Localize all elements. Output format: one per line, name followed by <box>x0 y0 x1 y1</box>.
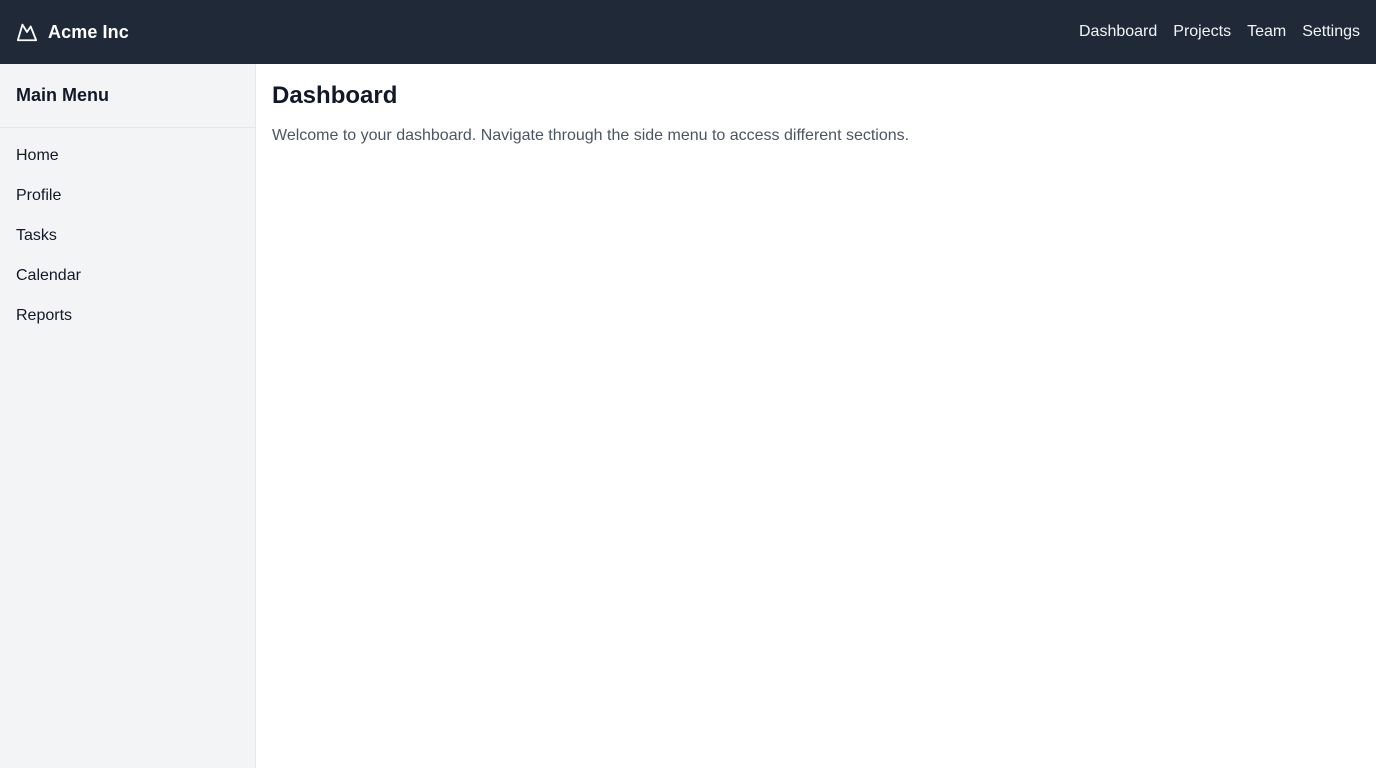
top-navbar: Acme Inc Dashboard Projects Team Setting… <box>0 0 1376 64</box>
nav-link-team[interactable]: Team <box>1247 22 1286 42</box>
sidebar: Main Menu Home Profile Tasks Calendar Re… <box>0 64 256 768</box>
mountain-icon <box>16 21 38 43</box>
page-title: Dashboard <box>272 82 398 109</box>
main-content: Dashboard Welcome to your dashboard. Nav… <box>256 64 1376 768</box>
sidebar-menu: Home Profile Tasks Calendar Reports <box>0 128 255 336</box>
top-nav: Dashboard Projects Team Settings <box>1079 22 1360 42</box>
sidebar-item-home[interactable]: Home <box>0 136 255 176</box>
brand-link[interactable]: Acme Inc <box>16 21 129 43</box>
sidebar-item-reports[interactable]: Reports <box>0 296 255 336</box>
sidebar-title: Main Menu <box>16 85 109 105</box>
sidebar-item-calendar[interactable]: Calendar <box>0 256 255 296</box>
sidebar-item-tasks[interactable]: Tasks <box>0 216 255 256</box>
sidebar-header: Main Menu <box>0 64 255 128</box>
nav-link-settings[interactable]: Settings <box>1302 22 1360 42</box>
sidebar-item-profile[interactable]: Profile <box>0 176 255 216</box>
brand-name: Acme Inc <box>48 21 129 42</box>
nav-link-dashboard[interactable]: Dashboard <box>1079 22 1157 42</box>
page-description: Welcome to your dashboard. Navigate thro… <box>272 127 910 144</box>
nav-link-projects[interactable]: Projects <box>1173 22 1231 42</box>
